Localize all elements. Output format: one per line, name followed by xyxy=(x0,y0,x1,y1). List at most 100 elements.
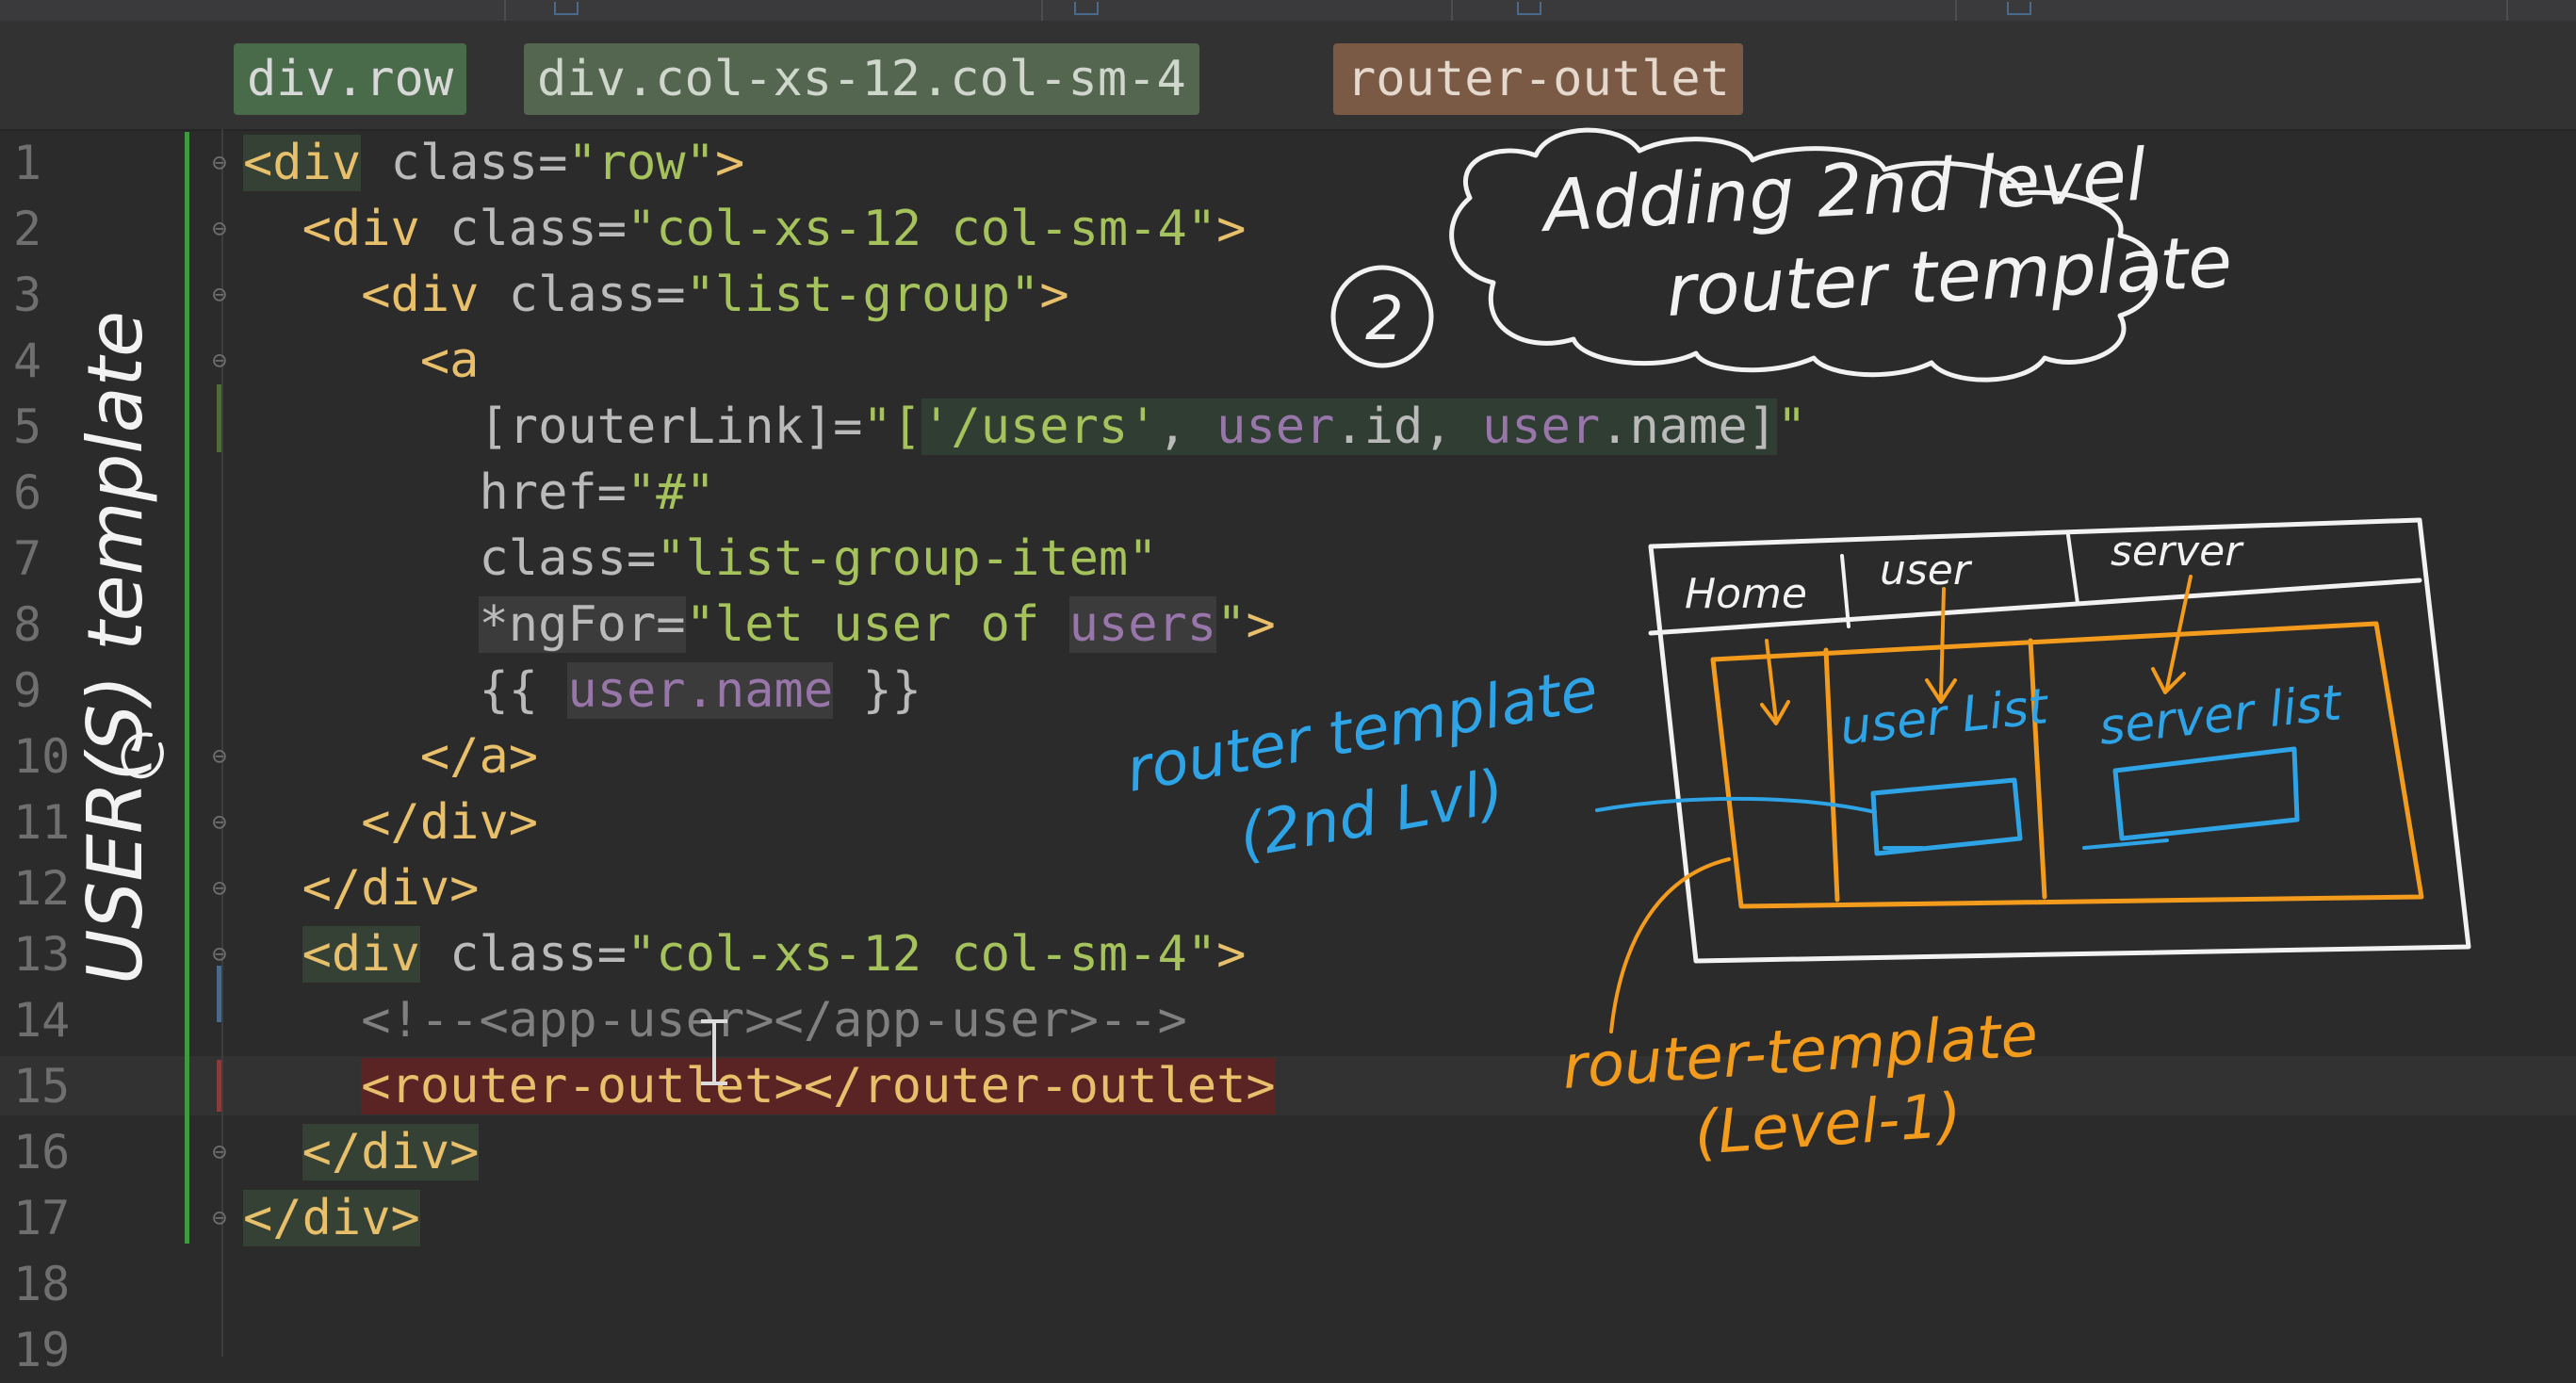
line-number: 16 xyxy=(13,1125,71,1180)
vcs-change-marker xyxy=(217,384,221,452)
fold-icon[interactable]: ⊖ xyxy=(206,874,233,903)
cloud-text-line-2: router template xyxy=(1664,220,2234,333)
code-token: > xyxy=(1039,267,1069,323)
code-line-5[interactable]: [routerLink]="['/users', user.id, user.n… xyxy=(243,394,1806,460)
folder-icon[interactable] xyxy=(1517,2,1541,15)
code-token: user xyxy=(1216,399,1335,455)
code-line-7[interactable]: class="list-group-item" xyxy=(243,526,1158,592)
line-number: 5 xyxy=(13,399,42,454)
line-number: 19 xyxy=(13,1323,71,1377)
step-circle xyxy=(1330,265,1434,368)
breadcrumb: div.row div.col-xs-12.col-sm-4 router-ou… xyxy=(0,21,2576,131)
code-token: .name xyxy=(685,662,834,719)
code-line-12[interactable]: </div> xyxy=(243,855,480,921)
level1-divider-2 xyxy=(2028,638,2047,900)
level1-pointer-line xyxy=(1609,857,1731,1033)
breadcrumb-item-div-row[interactable]: div.row xyxy=(234,43,467,115)
fold-icon[interactable]: ⊖ xyxy=(206,1138,233,1166)
code-token: user xyxy=(1481,399,1601,455)
diagram-tab-sep-1 xyxy=(1840,554,1850,628)
folder-icon[interactable] xyxy=(1074,2,1099,15)
side-circle-letter xyxy=(121,732,164,779)
code-line-8[interactable]: *ngFor="let user of users"> xyxy=(243,592,1276,658)
code-token: , xyxy=(1423,399,1482,455)
text-cursor-icon xyxy=(712,1019,716,1085)
code-token: "col-xs-12 col-sm-4" xyxy=(627,201,1217,257)
divider xyxy=(2506,0,2508,21)
code-token: "list-group" xyxy=(685,267,1040,323)
breadcrumb-item-router-outlet[interactable]: router-outlet xyxy=(1333,43,1743,115)
breadcrumb-item-div-col[interactable]: div.col-xs-12.col-sm-4 xyxy=(524,43,1199,115)
code-line-2[interactable]: <div class="col-xs-12 col-sm-4"> xyxy=(243,196,1247,262)
line-number: 12 xyxy=(13,861,71,916)
code-token: "list-group-item" xyxy=(656,530,1158,587)
code-line-15[interactable]: <router-outlet></router-outlet> xyxy=(243,1053,1276,1119)
fold-icon[interactable]: ⊖ xyxy=(206,347,233,375)
code-token: "#" xyxy=(627,464,715,521)
divider xyxy=(1955,0,1957,21)
code-token: > xyxy=(1216,201,1247,257)
code-token: <a xyxy=(419,333,480,389)
fold-icon[interactable]: ⊖ xyxy=(206,281,233,309)
code-token: > xyxy=(714,135,745,191)
tab-server: server xyxy=(2111,528,2244,576)
line-number: 13 xyxy=(13,927,71,982)
fold-icon[interactable]: ⊖ xyxy=(206,215,233,243)
fold-icon[interactable]: ⊖ xyxy=(206,940,233,968)
code-line-16[interactable]: </div> xyxy=(243,1119,480,1185)
code-line-6[interactable]: href="#" xyxy=(243,460,715,526)
code-token: .name] xyxy=(1600,399,1778,455)
line-number: 8 xyxy=(13,597,42,652)
line-number: 11 xyxy=(13,795,71,850)
line-number: 17 xyxy=(13,1191,71,1245)
fold-icon[interactable]: ⊖ xyxy=(206,742,233,771)
code-token: "row" xyxy=(567,135,715,191)
code-token: class= xyxy=(419,201,628,257)
code-token: .id xyxy=(1334,399,1424,455)
fold-icon[interactable]: ⊖ xyxy=(206,149,233,177)
code-token: {{ xyxy=(479,662,568,719)
server-list-label: server list xyxy=(2096,675,2345,757)
code-token: " xyxy=(1777,399,1807,455)
code-line-1[interactable]: <div class="row"> xyxy=(243,130,744,196)
code-token: , xyxy=(1157,399,1217,455)
tab-home: Home xyxy=(1685,570,1807,618)
vcs-change-marker xyxy=(185,132,189,1244)
user-list-label: user List xyxy=(1837,678,2052,757)
router-template-2nd-label: router template xyxy=(1121,655,1603,806)
code-line-9[interactable]: {{ user.name }} xyxy=(243,658,921,724)
line-number: 1 xyxy=(13,136,42,190)
blue-underline-server xyxy=(2082,838,2169,850)
line-number: 14 xyxy=(13,993,71,1048)
fold-icon[interactable]: ⊖ xyxy=(206,1204,233,1232)
router-template-2nd-sublabel: (2nd Lvl) xyxy=(1234,757,1509,872)
code-line-4[interactable]: <a xyxy=(243,328,480,394)
folder-icon[interactable] xyxy=(554,2,579,15)
fold-icon[interactable]: ⊖ xyxy=(206,808,233,837)
code-token: user xyxy=(567,662,686,719)
code-line-17[interactable]: </div> xyxy=(243,1185,420,1251)
text-cursor-icon-bottom xyxy=(701,1082,727,1085)
code-line-3[interactable]: <div class="list-group"> xyxy=(243,262,1069,328)
code-token: <router-outlet></router-outlet> xyxy=(361,1058,1276,1115)
code-token: </div> xyxy=(302,860,480,917)
folder-icon[interactable] xyxy=(2007,2,2031,15)
code-line-11[interactable]: </div> xyxy=(243,789,538,855)
line-number: 2 xyxy=(13,202,42,256)
vcs-change-marker xyxy=(217,966,221,1022)
code-line-13[interactable]: <div class="col-xs-12 col-sm-4"> xyxy=(243,921,1246,987)
code-token: > xyxy=(1246,596,1276,653)
code-token: '/users' xyxy=(921,399,1158,455)
arrow-home xyxy=(1760,639,1790,725)
code-token: *ngFor= xyxy=(479,596,686,653)
code-line-10[interactable]: </a> xyxy=(243,724,538,789)
level1-outlet-box xyxy=(1710,621,2424,909)
